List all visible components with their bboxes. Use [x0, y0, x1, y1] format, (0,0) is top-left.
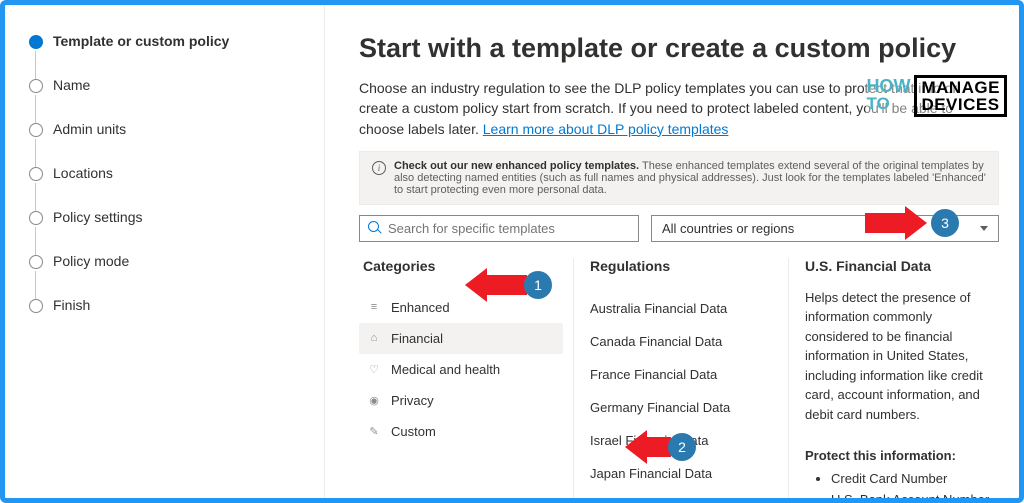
- banner-text: Check out our new enhanced policy templa…: [394, 160, 986, 196]
- category-label: Enhanced: [391, 300, 450, 315]
- chevron-down-icon: [980, 226, 988, 231]
- wizard-step[interactable]: Policy mode: [29, 253, 304, 297]
- regulations-heading: Regulations: [586, 258, 776, 274]
- wizard-step[interactable]: Finish: [29, 297, 304, 313]
- protect-heading: Protect this information:: [805, 448, 991, 463]
- region-selected-label: All countries or regions: [662, 221, 794, 236]
- protect-item: Credit Card Number: [831, 469, 991, 490]
- category-item[interactable]: ♡ Medical and health: [359, 354, 563, 385]
- detail-description: Helps detect the presence of information…: [805, 288, 991, 425]
- info-icon: i: [372, 161, 386, 175]
- regulation-item[interactable]: Germany Financial Data: [586, 391, 776, 424]
- wizard-step[interactable]: Locations: [29, 165, 304, 209]
- category-item[interactable]: ◉ Privacy: [359, 385, 563, 416]
- regulation-item[interactable]: Japan Financial Data: [586, 457, 776, 490]
- region-dropdown[interactable]: All countries or regions: [651, 215, 999, 242]
- regulation-item[interactable]: PCI Data Security Standard (PCI DSS): [586, 490, 776, 498]
- protect-list: Credit Card NumberU.S. Bank Account Numb…: [805, 469, 991, 498]
- regulation-item[interactable]: Canada Financial Data: [586, 325, 776, 358]
- category-label: Financial: [391, 331, 443, 346]
- category-item[interactable]: ≡ Enhanced: [359, 292, 563, 323]
- category-icon: ≡: [367, 300, 381, 314]
- regulation-item[interactable]: Australia Financial Data: [586, 292, 776, 325]
- info-banner: i Check out our new enhanced policy temp…: [359, 151, 999, 205]
- regulation-item[interactable]: France Financial Data: [586, 358, 776, 391]
- category-icon: ◉: [367, 393, 381, 407]
- regulation-item[interactable]: Israel Financial Data: [586, 424, 776, 457]
- category-item[interactable]: ⌂ Financial: [359, 323, 563, 354]
- learn-more-link[interactable]: Learn more about DLP policy templates: [483, 121, 729, 137]
- category-label: Medical and health: [391, 362, 500, 377]
- wizard-step[interactable]: Admin units: [29, 121, 304, 165]
- protect-item: U.S. Bank Account Number: [831, 490, 991, 498]
- category-item[interactable]: ✎ Custom: [359, 416, 563, 447]
- wizard-steps-sidebar: Template or custom policyNameAdmin units…: [5, 5, 325, 498]
- regulations-column: Regulations Australia Financial DataCana…: [574, 258, 789, 498]
- main-content: Start with a template or create a custom…: [325, 5, 1019, 498]
- watermark-logo: HOW TO MANAGE DEVICES: [866, 75, 1007, 117]
- detail-title: U.S. Financial Data: [805, 258, 991, 274]
- category-icon: ✎: [367, 424, 381, 438]
- category-icon: ♡: [367, 362, 381, 376]
- search-input[interactable]: [388, 221, 630, 236]
- categories-column: Categories ≡ Enhanced ⌂ Financial ♡ Medical a…: [359, 258, 574, 498]
- page-title: Start with a template or create a custom…: [359, 33, 999, 64]
- wizard-step[interactable]: Name: [29, 77, 304, 121]
- wizard-step[interactable]: Policy settings: [29, 209, 304, 253]
- search-input-wrap[interactable]: [359, 215, 639, 242]
- detail-column: U.S. Financial Data Helps detect the pre…: [789, 258, 999, 498]
- categories-heading: Categories: [359, 258, 563, 274]
- category-label: Custom: [391, 424, 436, 439]
- wizard-step[interactable]: Template or custom policy: [29, 33, 304, 77]
- category-label: Privacy: [391, 393, 434, 408]
- search-icon: [368, 221, 382, 235]
- category-icon: ⌂: [367, 331, 381, 345]
